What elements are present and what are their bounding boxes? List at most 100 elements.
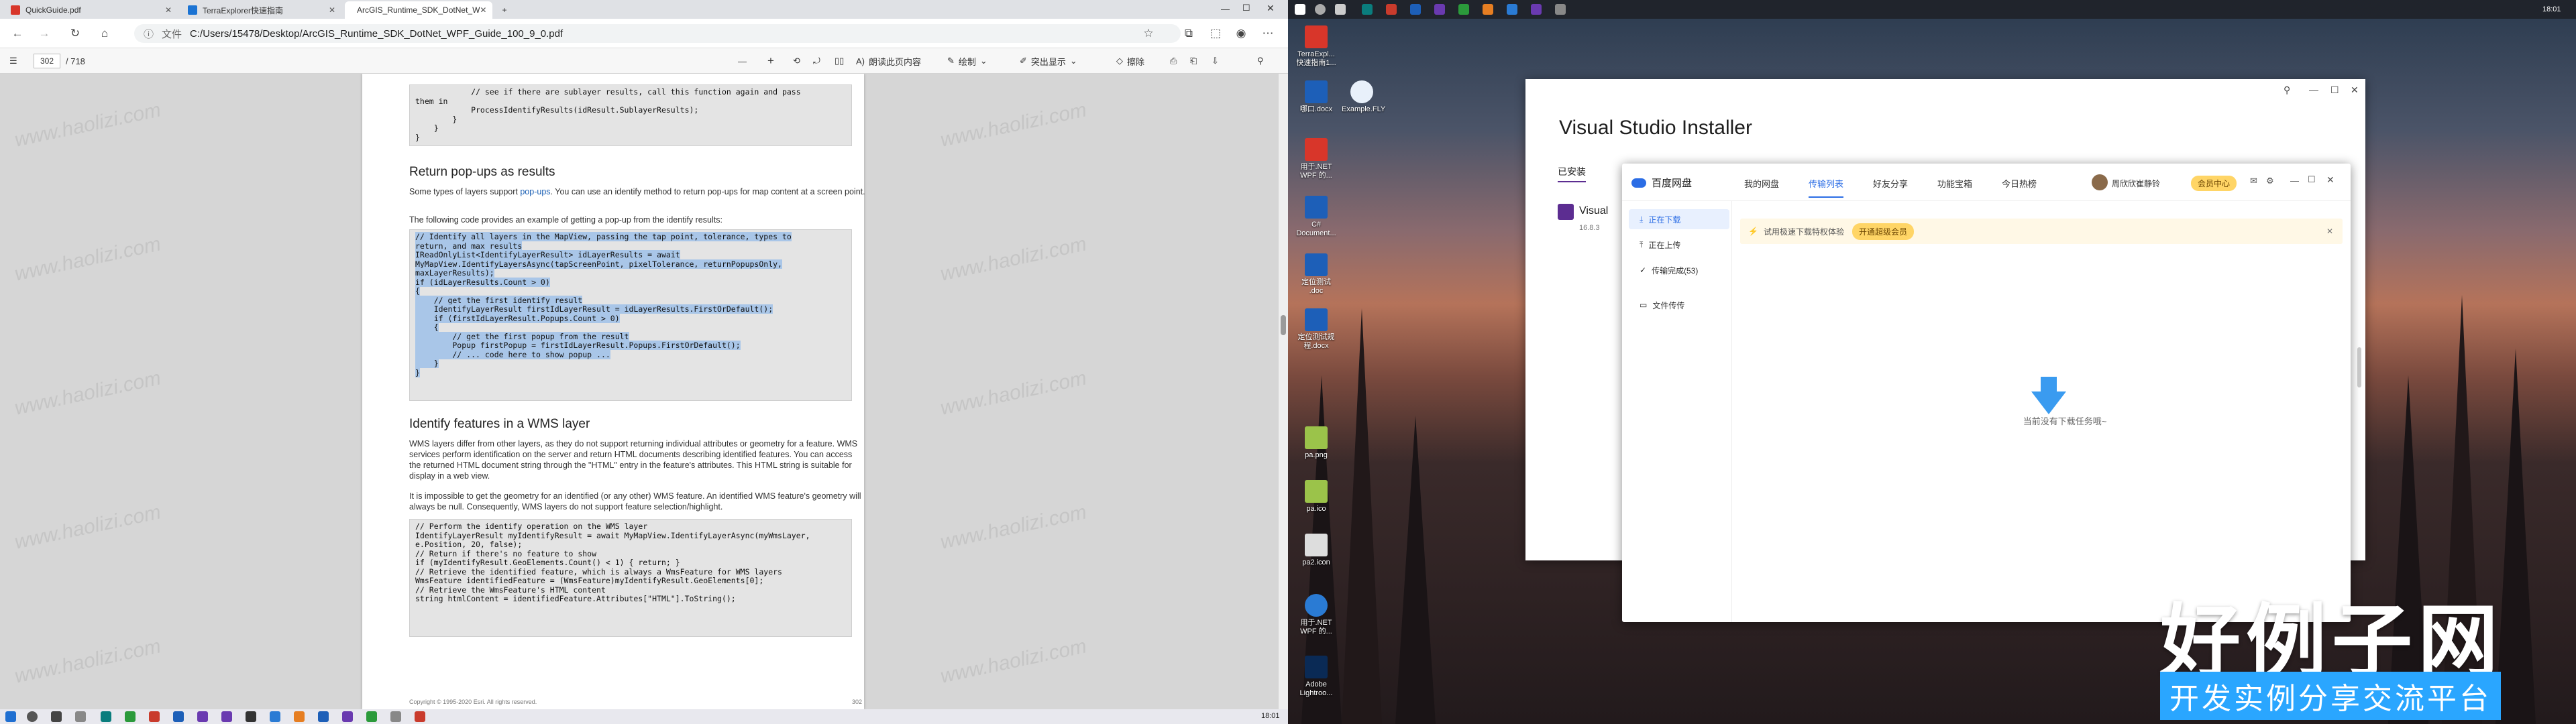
maximize-icon[interactable]: ☐ <box>2308 174 2316 185</box>
explorer-icon[interactable] <box>75 711 86 722</box>
desktop-icon[interactable]: 用于.NET WPF 的... <box>1296 138 1336 180</box>
scrollbar-track[interactable] <box>1279 74 1288 709</box>
tab-terraexplorer[interactable]: TerraExplorer快速指南 ✕ <box>181 1 342 19</box>
search-icon[interactable] <box>27 711 38 722</box>
app-icon[interactable] <box>1386 4 1397 15</box>
desktop-icon[interactable]: pa.ico <box>1296 480 1336 514</box>
side-uploading[interactable]: ⤒ 正在上传 <box>1629 235 1729 255</box>
app-icon[interactable] <box>1458 4 1469 15</box>
close-icon[interactable]: ✕ <box>2351 84 2359 96</box>
desktop-icon[interactable]: 用于.NET WPF 的... <box>1296 594 1336 636</box>
url-field[interactable]: ⓘ 文件 C:/Users/15478/Desktop/ArcGIS_Runti… <box>134 24 1181 43</box>
save-icon[interactable]: ⎗ <box>1190 54 1197 68</box>
close-window-icon[interactable]: ✕ <box>1267 3 1275 14</box>
maximize-icon[interactable]: ☐ <box>2330 84 2339 96</box>
vip-center-button[interactable]: 会员中心 <box>2191 176 2237 191</box>
edge-icon[interactable] <box>101 711 111 722</box>
word-icon[interactable] <box>173 711 184 722</box>
favorite-star-icon[interactable]: ☆ <box>1140 25 1157 42</box>
vs-icon[interactable] <box>1434 4 1445 15</box>
banner-close-icon[interactable]: ✕ <box>2326 227 2333 236</box>
popups-link[interactable]: pop-ups <box>520 187 550 196</box>
draw-button[interactable]: ✎ 绘制 ⌄ <box>947 54 987 68</box>
erase-button[interactable]: ◇ 擦除 <box>1116 54 1144 68</box>
desktop-icon[interactable]: 定位测试 .doc <box>1296 253 1336 296</box>
app-icon[interactable] <box>318 711 329 722</box>
nav-my-disk[interactable]: 我的网盘 <box>1744 177 1779 190</box>
search-icon[interactable] <box>1315 4 1326 15</box>
app-icon[interactable] <box>270 711 280 722</box>
gear-icon[interactable]: ⚙ <box>2266 176 2274 186</box>
pin-icon[interactable]: ⚲ <box>1257 54 1264 68</box>
scrollbar-thumb[interactable] <box>2357 347 2361 387</box>
open-super-vip-button[interactable]: 开通超级会员 <box>1851 223 1914 240</box>
start-icon[interactable] <box>1295 4 1305 15</box>
read-aloud-button[interactable]: A) 朗读此页内容 <box>856 54 921 68</box>
task-view-icon[interactable] <box>1335 4 1346 15</box>
task-view-icon[interactable] <box>51 711 62 722</box>
app-icon[interactable] <box>294 711 305 722</box>
zoom-out-button[interactable]: — <box>738 54 747 68</box>
scrollbar-thumb[interactable] <box>1281 315 1286 335</box>
close-icon[interactable]: ✕ <box>2326 174 2334 186</box>
app-icon[interactable] <box>1555 4 1566 15</box>
app-icon[interactable] <box>125 711 136 722</box>
minimize-icon[interactable]: — <box>2290 176 2299 186</box>
vs-icon[interactable] <box>197 711 208 722</box>
side-file-transfer[interactable]: ▭ 文件传传 <box>1629 295 1729 315</box>
forward-icon[interactable]: → <box>36 25 52 42</box>
refresh-icon[interactable]: ↻ <box>67 25 83 42</box>
mail-icon[interactable]: ✉ <box>2250 176 2257 186</box>
page-number-input[interactable]: 302 <box>34 54 60 68</box>
two-page-icon[interactable]: ▯▯ <box>835 54 844 68</box>
rotate-icon[interactable]: ⤾ <box>813 54 820 68</box>
nav-hot-list[interactable]: 今日热榜 <box>2002 177 2037 190</box>
home-icon[interactable]: ⌂ <box>97 25 113 42</box>
fit-page-icon[interactable]: ⟲ <box>793 54 800 68</box>
tab-arcgis-guide[interactable]: ArcGIS_Runtime_SDK_DotNet_W ✕ <box>345 1 492 19</box>
desktop-icon[interactable]: pa2.icon <box>1296 534 1336 567</box>
more-menu-icon[interactable]: ⋯ <box>1260 25 1276 42</box>
edge-icon[interactable] <box>1362 4 1373 15</box>
desktop-icon[interactable]: Example.FLY <box>1342 80 1385 114</box>
highlight-button[interactable]: ✐ 突出显示 ⌄ <box>1020 54 1077 68</box>
new-tab-button[interactable]: + <box>495 1 514 19</box>
vs-icon[interactable] <box>1531 4 1542 15</box>
close-icon[interactable]: ✕ <box>165 5 172 15</box>
terminal-icon[interactable] <box>246 711 256 722</box>
baidu-netdisk-icon[interactable] <box>1507 4 1517 15</box>
save-as-icon[interactable]: ⇩ <box>1212 54 1219 68</box>
nav-transfer-list[interactable]: 传输列表 <box>1809 177 1844 198</box>
side-downloading[interactable]: ⤓ 正在下载 <box>1629 209 1729 229</box>
avatar[interactable] <box>2092 174 2108 190</box>
desktop-icon[interactable]: TerraExpl... 快速指南1... <box>1296 25 1336 68</box>
desktop-icon[interactable]: Adobe Lightroo... <box>1296 656 1336 698</box>
tab-installed[interactable]: 已安装 <box>1558 165 1586 182</box>
minimize-icon[interactable]: — <box>2309 84 2318 95</box>
pdf-viewport[interactable]: www.haolizi.com www.haolizi.com www.haol… <box>0 74 1288 709</box>
vs-icon[interactable] <box>342 711 353 722</box>
start-icon[interactable] <box>5 711 16 722</box>
side-completed[interactable]: ✓ 传输完成(53) <box>1629 260 1729 280</box>
vs-icon[interactable] <box>221 711 232 722</box>
desktop-icon[interactable]: 定位测试规程.docx <box>1296 308 1336 351</box>
zoom-in-button[interactable]: + <box>767 54 774 68</box>
close-icon[interactable]: ✕ <box>329 5 335 15</box>
nav-toolbox[interactable]: 功能宝箱 <box>1937 177 1972 190</box>
desktop-icon[interactable]: 哪口.docx <box>1296 80 1336 114</box>
back-icon[interactable]: ← <box>9 25 25 42</box>
tab-quickguide[interactable]: QuickGuide.pdf ✕ <box>4 1 178 19</box>
app-icon[interactable] <box>366 711 377 722</box>
minimize-icon[interactable]: — <box>1221 4 1230 14</box>
app-icon[interactable] <box>415 711 425 722</box>
maximize-icon[interactable]: ☐ <box>1242 3 1250 13</box>
nav-friend-share[interactable]: 好友分享 <box>1873 177 1908 190</box>
feedback-icon[interactable]: ⚲ <box>2284 84 2290 96</box>
desktop-icon[interactable]: pa.png <box>1296 426 1336 460</box>
print-icon[interactable]: ⎙ <box>1170 54 1177 68</box>
close-icon[interactable]: ✕ <box>480 5 486 15</box>
app-icon[interactable] <box>1483 4 1493 15</box>
collections-icon[interactable]: ⧉ <box>1181 25 1197 42</box>
profile-icon[interactable]: ◉ <box>1233 25 1249 42</box>
extensions-icon[interactable]: ⬚ <box>1208 25 1224 42</box>
